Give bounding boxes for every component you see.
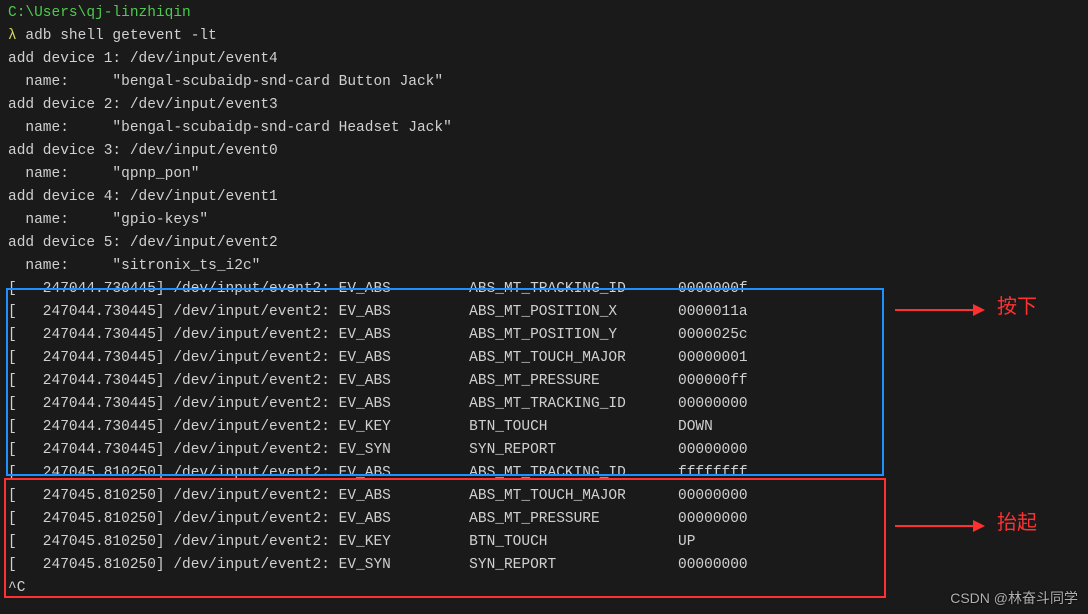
event-line: [ 247044.730445] /dev/input/event2: EV_A… (8, 278, 1088, 301)
event-line: [ 247045.810250] /dev/input/event2: EV_A… (8, 508, 1088, 531)
event-line: [ 247044.730445] /dev/input/event2: EV_S… (8, 439, 1088, 462)
events-container: [ 247044.730445] /dev/input/event2: EV_A… (8, 278, 1088, 600)
device-name-line: name: "bengal-scubaidp-snd-card Headset … (8, 117, 1088, 140)
device-name-line: name: "qpnp_pon" (8, 163, 1088, 186)
event-line: [ 247044.730445] /dev/input/event2: EV_A… (8, 370, 1088, 393)
prompt-symbol: λ (8, 28, 17, 44)
device-name-line: name: "bengal-scubaidp-snd-card Button J… (8, 71, 1088, 94)
event-line: [ 247044.730445] /dev/input/event2: EV_A… (8, 324, 1088, 347)
footer: ^C (8, 577, 1088, 600)
device-line: add device 2: /dev/input/event3 (8, 94, 1088, 117)
terminal-output: C:\Users\qj-linzhiqin λ adb shell geteve… (8, 2, 1088, 600)
event-line: [ 247045.810250] /dev/input/event2: EV_A… (8, 462, 1088, 485)
event-line: [ 247045.810250] /dev/input/event2: EV_A… (8, 485, 1088, 508)
device-line: add device 5: /dev/input/event2 (8, 232, 1088, 255)
event-line: [ 247045.810250] /dev/input/event2: EV_K… (8, 531, 1088, 554)
event-line: [ 247045.810250] /dev/input/event2: EV_S… (8, 554, 1088, 577)
event-line: [ 247044.730445] /dev/input/event2: EV_A… (8, 393, 1088, 416)
press-events-block: [ 247044.730445] /dev/input/event2: EV_A… (8, 278, 1088, 462)
device-name-line: name: "gpio-keys" (8, 209, 1088, 232)
release-events-block: [ 247045.810250] /dev/input/event2: EV_A… (8, 462, 1088, 577)
prompt-path: C:\Users\qj-linzhiqin (8, 2, 1088, 25)
device-line: add device 4: /dev/input/event1 (8, 186, 1088, 209)
devices-block: add device 1: /dev/input/event4 name: "b… (8, 48, 1088, 278)
event-line: [ 247044.730445] /dev/input/event2: EV_A… (8, 347, 1088, 370)
device-name-line: name: "sitronix_ts_i2c" (8, 255, 1088, 278)
command-line: λ adb shell getevent -lt (8, 25, 1088, 48)
event-line: [ 247044.730445] /dev/input/event2: EV_A… (8, 301, 1088, 324)
device-line: add device 3: /dev/input/event0 (8, 140, 1088, 163)
watermark: CSDN @林奋斗同学 (950, 587, 1078, 610)
command-text: adb shell getevent -lt (25, 28, 216, 44)
device-line: add device 1: /dev/input/event4 (8, 48, 1088, 71)
event-line: [ 247044.730445] /dev/input/event2: EV_K… (8, 416, 1088, 439)
